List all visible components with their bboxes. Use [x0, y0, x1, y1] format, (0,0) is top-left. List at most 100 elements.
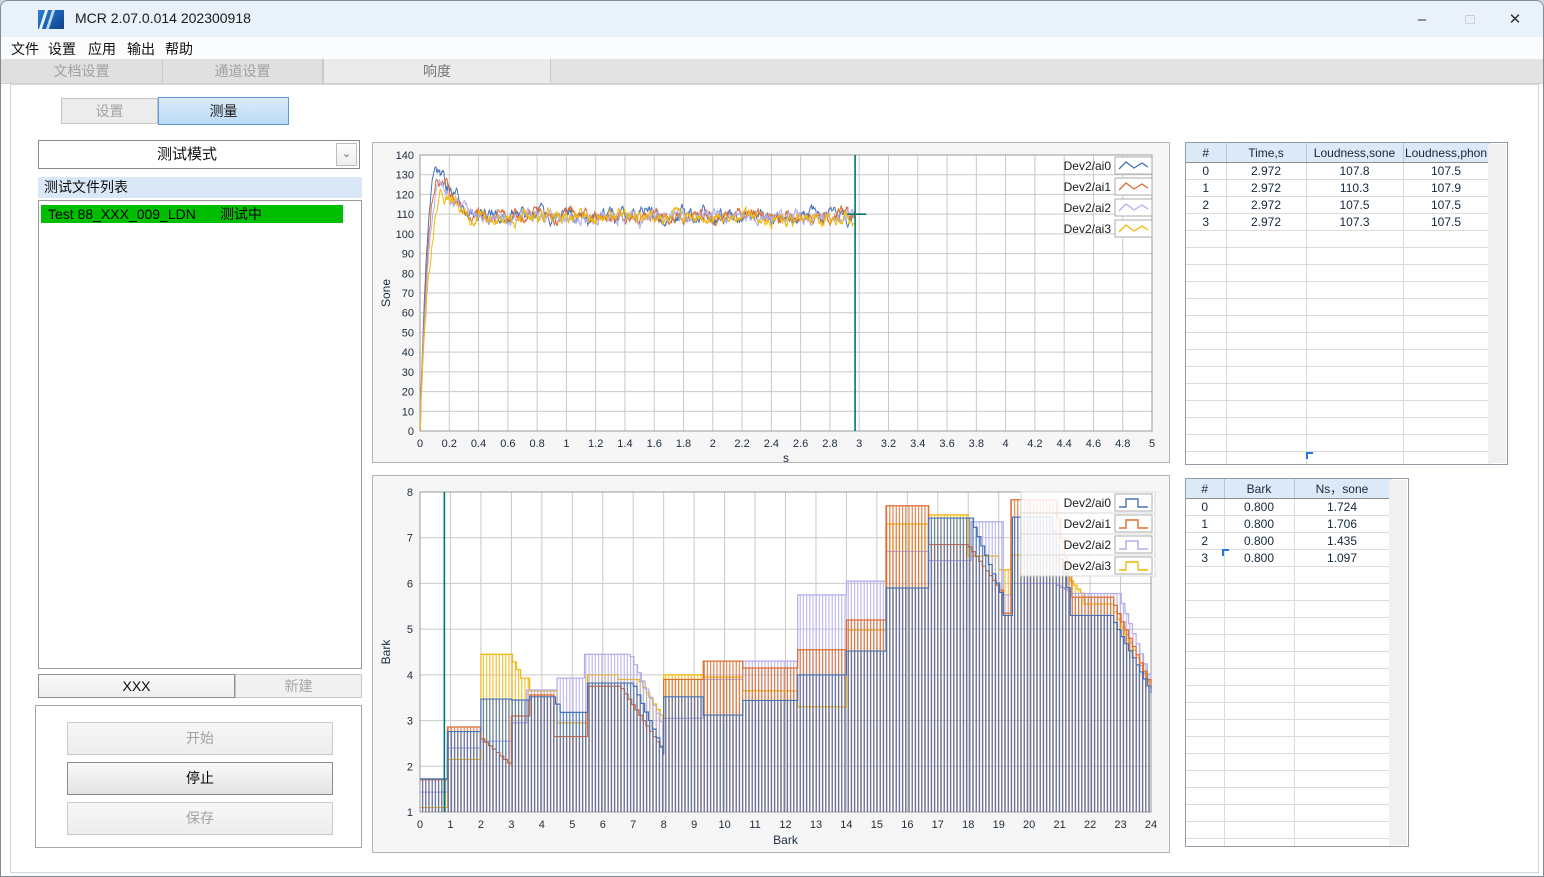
- table-cell[interactable]: 110.3: [1305, 179, 1404, 197]
- table-row-empty[interactable]: [1186, 230, 1490, 248]
- table-row-empty[interactable]: [1186, 821, 1391, 839]
- table-row-empty[interactable]: [1186, 264, 1490, 282]
- tab-document-settings[interactable]: 文档设置: [1, 59, 163, 83]
- tab-channel-settings[interactable]: 通道设置: [163, 59, 323, 83]
- loudness-time-chart[interactable]: 0 10 20 30 40 50 60 70 80 90 100 110 120 130 140 0 0.2 0.…: [373, 143, 1169, 465]
- table-cell[interactable]: 107.9: [1402, 179, 1490, 197]
- table-cell[interactable]: 107.3: [1305, 213, 1404, 231]
- table-cell[interactable]: 107.5: [1305, 196, 1404, 214]
- table-row[interactable]: 3 2.972 107.3 107.5: [1186, 213, 1490, 231]
- table-row[interactable]: 0 2.972 107.8 107.5: [1186, 162, 1490, 180]
- table-row[interactable]: 3 0.800 1.097: [1186, 549, 1391, 567]
- start-button[interactable]: 开始: [67, 722, 333, 755]
- table-cell[interactable]: 1: [1186, 179, 1227, 197]
- subtab-settings[interactable]: 设置: [61, 98, 158, 124]
- table-cell[interactable]: 2.972: [1225, 213, 1307, 231]
- table-row[interactable]: 2 2.972 107.5 107.5: [1186, 196, 1490, 214]
- table-cell[interactable]: 1.724: [1293, 498, 1391, 516]
- table-row-empty[interactable]: [1186, 383, 1490, 401]
- svg-text:11: 11: [749, 819, 760, 831]
- table-row-empty[interactable]: [1186, 617, 1391, 635]
- table-row[interactable]: 2 0.800 1.435: [1186, 532, 1391, 550]
- table-row-empty[interactable]: [1186, 366, 1490, 384]
- table-row[interactable]: 0 0.800 1.724: [1186, 498, 1391, 516]
- table-row-empty[interactable]: [1186, 281, 1490, 299]
- stop-button[interactable]: 停止: [67, 762, 333, 795]
- svg-text:0.8: 0.8: [529, 438, 544, 450]
- chevron-down-icon[interactable]: ⌄: [336, 143, 357, 166]
- table-cell[interactable]: 1.435: [1293, 532, 1391, 550]
- table-cell[interactable]: 3: [1186, 213, 1227, 231]
- table-cell[interactable]: 2.972: [1225, 162, 1307, 180]
- table-row-empty[interactable]: [1186, 838, 1391, 846]
- table-row-empty[interactable]: [1186, 349, 1490, 367]
- table-row-empty[interactable]: [1186, 417, 1490, 435]
- menu-settings[interactable]: 设置: [48, 39, 76, 59]
- table-row-empty[interactable]: [1186, 668, 1391, 686]
- table-row-empty[interactable]: [1186, 247, 1490, 265]
- table-row-empty[interactable]: [1186, 451, 1490, 464]
- menu-output[interactable]: 输出: [127, 39, 155, 59]
- menu-apply[interactable]: 应用: [88, 39, 116, 59]
- table-cell[interactable]: 0.800: [1223, 515, 1295, 533]
- table-cell[interactable]: 3: [1186, 549, 1225, 567]
- new-button[interactable]: 新建: [235, 674, 362, 698]
- table-cell[interactable]: 107.8: [1305, 162, 1404, 180]
- svg-text:16: 16: [901, 819, 913, 831]
- table-row-empty[interactable]: [1186, 787, 1391, 805]
- xxx-button[interactable]: XXX: [38, 674, 235, 698]
- bark-table-scroll-area[interactable]: [1389, 480, 1407, 845]
- table-cell[interactable]: 2.972: [1225, 196, 1307, 214]
- tab-loudness[interactable]: 响度: [323, 59, 551, 83]
- table-cell[interactable]: 0: [1186, 498, 1225, 516]
- subtab-measure[interactable]: 测量: [158, 97, 289, 125]
- table-cell[interactable]: 2: [1186, 532, 1225, 550]
- table-row-empty[interactable]: [1186, 400, 1490, 418]
- table-row-empty[interactable]: [1186, 719, 1391, 737]
- loudness-table-scroll-area[interactable]: [1488, 144, 1506, 463]
- table-cell[interactable]: 107.5: [1402, 213, 1490, 231]
- table-row-empty[interactable]: [1186, 753, 1391, 771]
- table-row[interactable]: 1 2.972 110.3 107.9: [1186, 179, 1490, 197]
- table-cell[interactable]: 2: [1186, 196, 1227, 214]
- close-button[interactable]: ✕: [1504, 9, 1526, 31]
- table-cell[interactable]: 0.800: [1223, 532, 1295, 550]
- table-row[interactable]: 1 0.800 1.706: [1186, 515, 1391, 533]
- table-row-empty[interactable]: [1186, 736, 1391, 754]
- table-cell[interactable]: 2.972: [1225, 179, 1307, 197]
- specific-loudness-chart[interactable]: 123456780 1 2 3 4 5 6 7 8 9 10 11 12 13 14 15 16 17 18 19 20…: [373, 476, 1169, 852]
- table-cell[interactable]: 1.706: [1293, 515, 1391, 533]
- table-cell[interactable]: 0: [1186, 162, 1227, 180]
- menu-help[interactable]: 帮助: [165, 39, 193, 59]
- table-row-empty[interactable]: [1186, 298, 1490, 316]
- column-header: #: [1186, 479, 1225, 499]
- table-cell[interactable]: 1: [1186, 515, 1225, 533]
- table-cell[interactable]: 0.800: [1223, 498, 1295, 516]
- menu-file[interactable]: 文件: [11, 39, 39, 59]
- test-mode-dropdown[interactable]: 测试模式 ⌄: [38, 140, 360, 169]
- table-row-empty[interactable]: [1186, 651, 1391, 669]
- table-row-empty[interactable]: [1186, 600, 1391, 618]
- table-row-empty[interactable]: [1186, 804, 1391, 822]
- table-cell[interactable]: 1.097: [1293, 549, 1391, 567]
- svg-text:3: 3: [856, 438, 862, 450]
- table-row-empty[interactable]: [1186, 566, 1391, 584]
- minimize-button[interactable]: –: [1411, 9, 1433, 31]
- table-cell[interactable]: 107.5: [1402, 162, 1490, 180]
- table-row-empty[interactable]: [1186, 702, 1391, 720]
- table-row-empty[interactable]: [1186, 332, 1490, 350]
- list-item-active-test[interactable]: Test 88_XXX_009_LDN 测试中: [41, 205, 343, 223]
- table-row-empty[interactable]: [1186, 315, 1490, 333]
- table-row-empty[interactable]: [1186, 685, 1391, 703]
- table-cell[interactable]: 107.5: [1402, 196, 1490, 214]
- save-button[interactable]: 保存: [67, 802, 333, 835]
- maximize-button[interactable]: □: [1459, 9, 1481, 31]
- svg-text:1: 1: [563, 438, 569, 450]
- table-row-empty[interactable]: [1186, 770, 1391, 788]
- table-row-empty[interactable]: [1186, 583, 1391, 601]
- svg-text:10: 10: [402, 406, 414, 418]
- table-cell[interactable]: 0.800: [1223, 549, 1295, 567]
- test-file-list[interactable]: Test 88_XXX_009_LDN 测试中: [38, 200, 362, 669]
- table-row-empty[interactable]: [1186, 434, 1490, 452]
- table-row-empty[interactable]: [1186, 634, 1391, 652]
